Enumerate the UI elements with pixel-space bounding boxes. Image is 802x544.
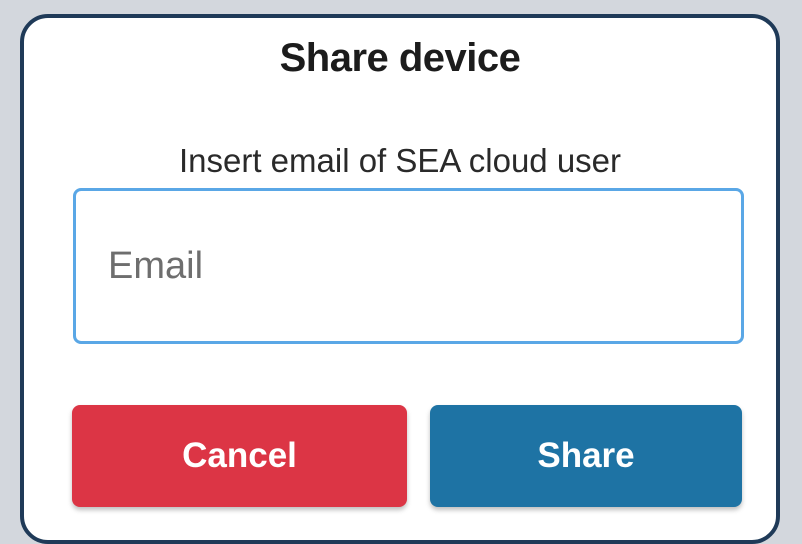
dialog-title: Share device [279,36,521,80]
email-field[interactable] [76,191,741,341]
share-button[interactable]: Share [430,405,742,507]
share-device-dialog: Share device Insert email of SEA cloud u… [20,14,780,544]
email-field-container [73,188,744,344]
cancel-button[interactable]: Cancel [72,405,407,507]
instruction-text: Insert email of SEA cloud user [178,142,622,179]
